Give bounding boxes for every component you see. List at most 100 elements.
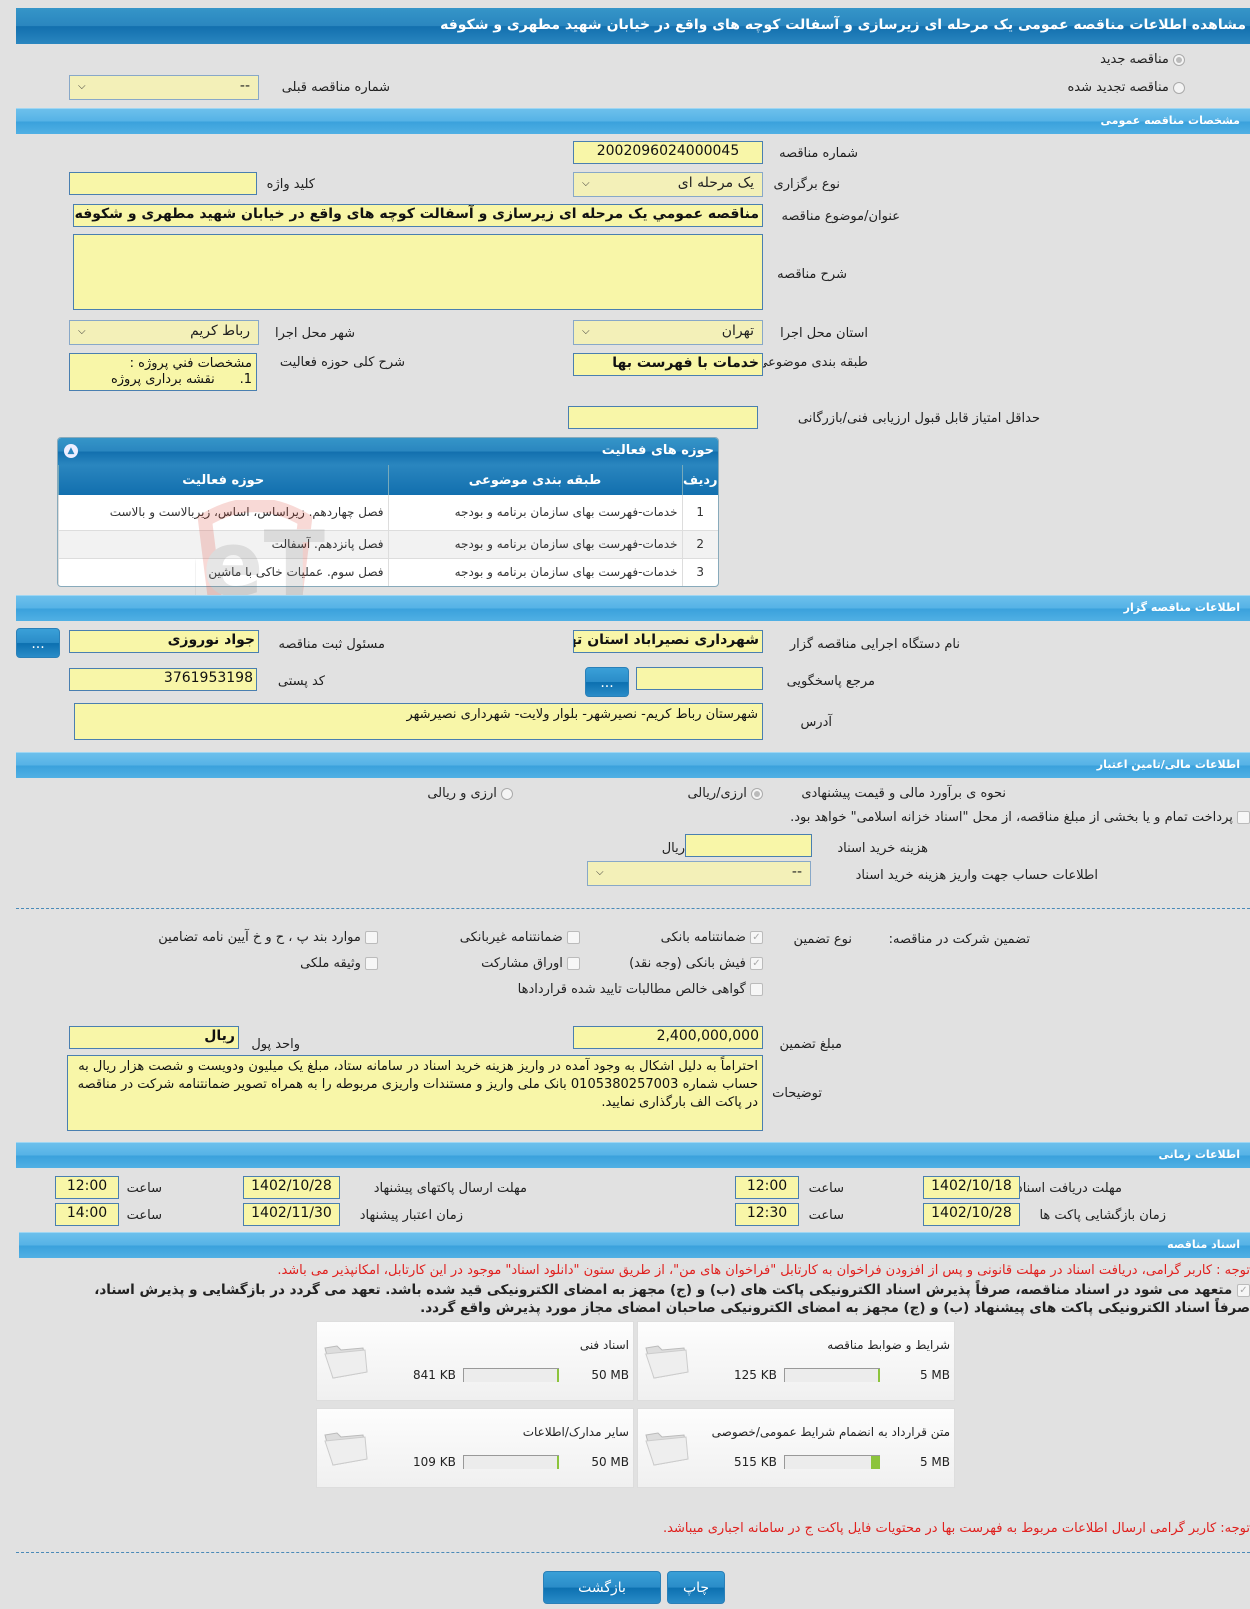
table-row[interactable]: 1 خدمات-فهرست بهای سازمان برنامه و بودجه… — [58, 495, 718, 531]
submit-date[interactable]: 1402/10/28 — [243, 1176, 340, 1199]
doc-receive-date[interactable]: 1402/10/18 — [923, 1176, 1020, 1199]
document-item[interactable]: شرایط و ضوابط مناقصه 125 KB 5 MB — [637, 1321, 955, 1401]
time-label: ساعت — [126, 1181, 162, 1196]
currency-field[interactable]: ریال — [69, 1026, 239, 1049]
reference-label: مرجع پاسخگویی — [786, 674, 875, 689]
guarantee-option-label: موارد بند پ ، ح و خ آیین نامه تضامین — [158, 930, 361, 945]
submit-time[interactable]: 12:00 — [55, 1176, 119, 1199]
document-size-bar — [784, 1368, 880, 1382]
radio-renewed-tender-input[interactable] — [1173, 81, 1185, 94]
opening-time[interactable]: 12:30 — [735, 1203, 799, 1226]
document-size-fill — [557, 1456, 559, 1469]
radio-both-input[interactable] — [501, 787, 513, 800]
document-name: سایر مدارک/اطلاعات — [522, 1425, 629, 1439]
back-button[interactable]: بازگشت — [543, 1571, 661, 1604]
browse-responsible-button[interactable]: ... — [16, 628, 60, 658]
radio-new-tender-input[interactable] — [1173, 53, 1185, 66]
folder-icon — [324, 1432, 368, 1466]
min-score-field[interactable] — [568, 406, 758, 429]
city-select[interactable]: رباط کریم ⌵ — [69, 320, 259, 345]
document-item[interactable]: متن قرارداد به انضمام شرایط عمومی/خصوصی 5… — [637, 1408, 955, 1488]
previous-tender-select[interactable]: -- ⌵ — [69, 75, 259, 100]
org-field[interactable]: شهرداری نصیراباد استان تهران — [573, 630, 763, 653]
radio-renewed-tender-label: مناقصه تجدید شده — [1067, 80, 1169, 95]
col-category: طبقه بندی موضوعی — [387, 465, 682, 495]
browse-reference-button[interactable]: ... — [585, 667, 629, 697]
min-score-label: حداقل امتیاز قابل قبول ارزیابی فنی/بازرگ… — [797, 411, 1040, 426]
tender-type-label: نوع برگزاری — [773, 177, 840, 192]
commitment-checkbox[interactable]: ✓ — [1237, 1283, 1250, 1297]
validity-time[interactable]: 14:00 — [55, 1203, 119, 1226]
treasury-checkbox[interactable] — [1237, 811, 1250, 824]
checkbox[interactable] — [750, 983, 763, 996]
doc-fee-field[interactable] — [685, 834, 812, 857]
province-value: تهران — [721, 323, 754, 339]
notes-field[interactable]: احتراماً به دليل اشکال به وجود آمده در و… — [67, 1055, 763, 1131]
radio-new-tender[interactable]: مناقصه جدید — [1100, 52, 1185, 67]
province-select[interactable]: تهران ⌵ — [573, 320, 763, 345]
print-button[interactable]: چاپ — [667, 1571, 725, 1604]
document-size-bar — [463, 1455, 559, 1469]
document-size-bar — [463, 1368, 559, 1382]
account-value: -- — [791, 864, 802, 880]
description-field[interactable] — [73, 234, 763, 310]
table-row[interactable]: 3 خدمات-فهرست بهای سازمان برنامه و بودجه… — [58, 558, 718, 586]
row-index: 1 — [681, 495, 718, 531]
amount-field[interactable]: 2,400,000,000 — [573, 1026, 763, 1049]
checkbox[interactable] — [567, 957, 580, 970]
activity-desc-line: 1. نقشه برداری پروژه — [110, 372, 252, 387]
radio-rial[interactable]: ارزی/ریالی — [687, 786, 763, 801]
document-item[interactable]: اسناد فنی 841 KB 50 MB — [316, 1321, 634, 1401]
document-used-size: 841 KB — [413, 1368, 456, 1382]
guarantee-option[interactable]: گواهی خالص مطالبات تایید شده قراردادها — [518, 982, 763, 997]
checkbox[interactable] — [365, 957, 378, 970]
guarantee-option[interactable]: اوراق مشارکت — [481, 956, 580, 971]
reference-field[interactable] — [636, 667, 763, 690]
category-field[interactable]: خدمات با فهرست بها — [573, 353, 763, 376]
account-select[interactable]: -- ⌵ — [587, 861, 811, 886]
activity-table: ردیف طبقه بندی موضوعی حوزه فعالیت 1 خدما… — [58, 465, 718, 586]
activity-desc-line: مشخصات فني پروژه : — [129, 356, 252, 371]
checkbox-checked[interactable]: ✓ — [750, 931, 763, 944]
keyword-field[interactable] — [69, 172, 257, 195]
checkbox-checked[interactable]: ✓ — [750, 957, 763, 970]
radio-rial-input[interactable] — [751, 787, 763, 800]
notes-label: توضیحات — [772, 1086, 822, 1101]
guarantee-option[interactable]: ✓ فیش بانکی (وجه نقد) — [629, 956, 763, 971]
guarantee-option[interactable]: وثیقه ملکی — [300, 956, 378, 971]
guarantee-option[interactable]: ضمانتنامه غیربانکی — [460, 930, 580, 945]
address-field[interactable]: شهرستان رباط کریم- نصیرشهر- بلوار ولایت-… — [74, 703, 763, 740]
col-field: حوزه فعالیت — [58, 465, 388, 495]
doc-fee-unit: ریال — [661, 841, 685, 856]
divider — [16, 908, 1250, 909]
postal-field[interactable]: 3761953198 — [69, 668, 257, 691]
responsible-field[interactable]: جواد نوروزی — [69, 630, 259, 653]
section-timing: اطلاعات زمانی — [16, 1142, 1250, 1168]
subject-field[interactable]: مناقصه عمومي يک مرحله ای زيرسازی و آسفال… — [73, 204, 763, 227]
checkbox[interactable] — [365, 931, 378, 944]
chevron-down-icon: ⌵ — [582, 178, 590, 189]
activity-desc-field[interactable]: مشخصات فني پروژه : 1. نقشه برداری پروژه — [69, 353, 257, 391]
radio-both[interactable]: ارزی و ریالی — [427, 786, 513, 801]
radio-renewed-tender[interactable]: مناقصه تجدید شده — [1067, 80, 1185, 95]
collapse-icon[interactable]: ▲ — [64, 444, 78, 458]
document-used-size: 109 KB — [413, 1455, 456, 1469]
checkbox[interactable] — [567, 931, 580, 944]
guarantee-option[interactable]: ✓ ضمانتنامه بانکی — [661, 930, 763, 945]
chevron-down-icon: ⌵ — [582, 326, 590, 337]
doc-receive-time[interactable]: 12:00 — [735, 1176, 799, 1199]
validity-date[interactable]: 1402/11/30 — [243, 1203, 340, 1226]
tender-type-select[interactable]: یک مرحله ای ⌵ — [573, 172, 763, 197]
treasury-option[interactable]: پرداخت تمام و یا بخشی از مبلغ مناقصه، از… — [790, 810, 1250, 825]
tender-number-field[interactable]: 2002096024000045 — [573, 141, 763, 164]
document-name: اسناد فنی — [579, 1338, 629, 1352]
opening-label: زمان بازگشایی پاکت ها — [1039, 1208, 1166, 1223]
commitment-line: متعهد می شود در اسناد مناقصه، صرفاً پذیر… — [94, 1282, 1233, 1298]
guarantee-option[interactable]: موارد بند پ ، ح و خ آیین نامه تضامین — [158, 930, 378, 945]
document-max-size: 50 MB — [591, 1455, 629, 1469]
opening-date[interactable]: 1402/10/28 — [923, 1203, 1020, 1226]
table-row[interactable]: 2 خدمات-فهرست بهای سازمان برنامه و بودجه… — [58, 530, 718, 559]
document-item[interactable]: سایر مدارک/اطلاعات 109 KB 50 MB — [316, 1408, 634, 1488]
category-label: طبقه بندی موضوعی — [757, 355, 868, 370]
guarantee-option-label: فیش بانکی (وجه نقد) — [629, 956, 746, 971]
